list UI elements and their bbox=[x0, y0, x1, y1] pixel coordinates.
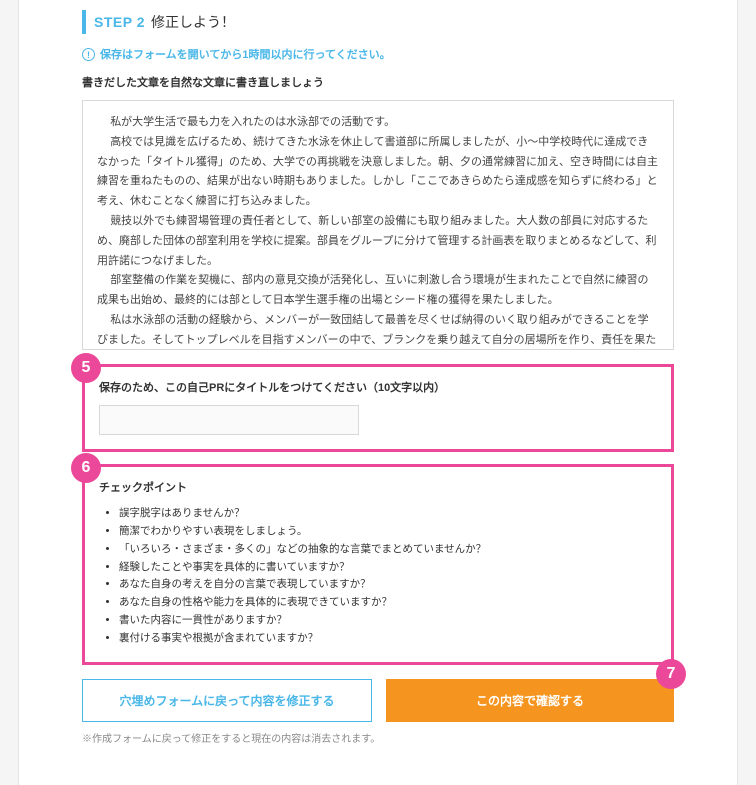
title-input[interactable] bbox=[99, 405, 359, 435]
info-icon: ! bbox=[82, 48, 95, 61]
action-row: 穴埋めフォームに戻って内容を修正する この内容で確認する 7 bbox=[82, 679, 674, 722]
list-item: あなた自身の性格や能力を具体的に表現できていますか？ bbox=[119, 594, 657, 612]
badge-5: 5 bbox=[71, 353, 101, 383]
essay-textarea[interactable]: 私が大学生活で最も力を入れたのは水泳部での活動です。 高校では見識を広げるため、… bbox=[82, 100, 674, 350]
instruction-text: 書きだした文章を自然な文章に書き直しましょう bbox=[82, 74, 674, 90]
list-item: 簡潔でわかりやすい表現をしましょう。 bbox=[119, 523, 657, 541]
title-section: 5 保存のため、この自己PRにタイトルをつけてください（10文字以内） bbox=[82, 364, 674, 452]
checkpoint-section: 6 チェックポイント 誤字脱字はありませんか？ 簡潔でわかりやすい表現をしましょ… bbox=[82, 464, 674, 665]
step-header: STEP 2 修正しよう！ bbox=[82, 10, 674, 34]
essay-paragraph: 競技以外でも練習場管理の責任者として、新しい部室の設備にも取り組みました。大人数… bbox=[97, 212, 659, 271]
notice-text: 保存はフォームを開いてから1時間以内に行ってください。 bbox=[100, 46, 391, 62]
step-title: 修正しよう！ bbox=[151, 12, 235, 32]
step-label: STEP 2 bbox=[94, 14, 145, 30]
essay-paragraph: 高校では見識を広げるため、続けてきた水泳を休止して書道部に所属しましたが、小～中… bbox=[97, 133, 659, 212]
essay-paragraph: 私が大学生活で最も力を入れたのは水泳部での活動です。 bbox=[97, 113, 659, 133]
essay-paragraph: 私は水泳部の活動の経験から、メンバーが一致団結して最善を尽くせば納得のいく取り組… bbox=[97, 311, 659, 350]
essay-paragraph: 部室整備の作業を契機に、部内の意見交換が活発化し、互いに刺激し合う環境が生まれた… bbox=[97, 271, 659, 311]
list-item: 「いろいろ・さまざま・多くの」などの抽象的な言葉でまとめていませんか？ bbox=[119, 541, 657, 559]
page: STEP 2 修正しよう！ ! 保存はフォームを開いてから1時間以内に行ってくだ… bbox=[58, 0, 698, 785]
title-section-label: 保存のため、この自己PRにタイトルをつけてください（10文字以内） bbox=[99, 379, 657, 395]
badge-6: 6 bbox=[71, 453, 101, 483]
checkpoint-title: チェックポイント bbox=[99, 479, 657, 495]
confirm-button[interactable]: この内容で確認する bbox=[386, 679, 674, 722]
badge-7: 7 bbox=[656, 659, 686, 689]
list-item: 裏付ける事実や根拠が含まれていますか？ bbox=[119, 630, 657, 648]
footnote: ※作成フォームに戻って修正をすると現在の内容は消去されます。 bbox=[82, 730, 674, 745]
list-item: 経験したことや事実を具体的に書いていますか？ bbox=[119, 559, 657, 577]
notice-row: ! 保存はフォームを開いてから1時間以内に行ってください。 bbox=[82, 46, 674, 62]
list-item: 誤字脱字はありませんか？ bbox=[119, 505, 657, 523]
list-item: あなた自身の考えを自分の言葉で表現していますか？ bbox=[119, 576, 657, 594]
back-button[interactable]: 穴埋めフォームに戻って内容を修正する bbox=[82, 679, 372, 722]
checkpoint-list: 誤字脱字はありませんか？ 簡潔でわかりやすい表現をしましょう。 「いろいろ・さま… bbox=[99, 505, 657, 648]
list-item: 書いた内容に一貫性がありますか？ bbox=[119, 612, 657, 630]
